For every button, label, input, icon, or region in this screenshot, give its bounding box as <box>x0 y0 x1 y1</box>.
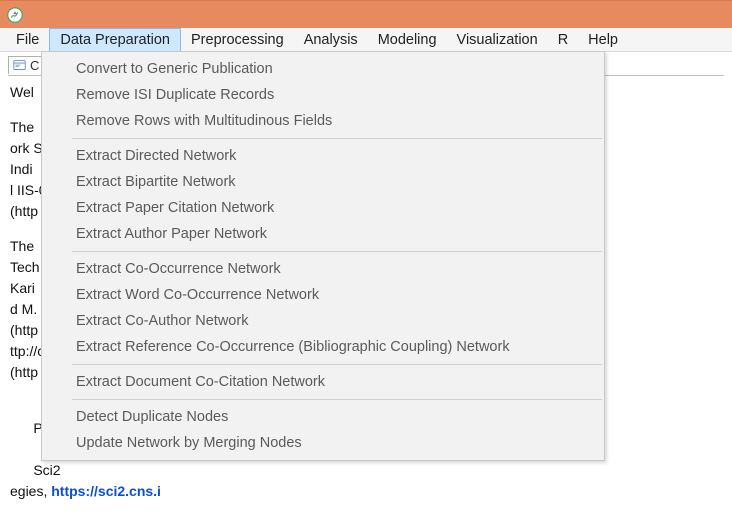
dropdown-separator <box>72 138 602 139</box>
menu-analysis[interactable]: Analysis <box>294 28 368 51</box>
menu-help[interactable]: Help <box>578 28 628 51</box>
dd-extract-paper-citation[interactable]: Extract Paper Citation Network <box>42 195 604 221</box>
menu-visualization[interactable]: Visualization <box>447 28 548 51</box>
dropdown-separator <box>72 251 602 252</box>
console-icon <box>13 59 26 72</box>
dd-remove-isi-duplicates[interactable]: Remove ISI Duplicate Records <box>42 82 604 108</box>
dd-extract-ref-co-occurrence[interactable]: Extract Reference Co-Occurrence (Bibliog… <box>42 334 604 360</box>
console-tab-label: C <box>30 58 39 73</box>
dd-remove-multitudinous-rows[interactable]: Remove Rows with Multitudinous Fields <box>42 108 604 134</box>
dd-extract-directed-network[interactable]: Extract Directed Network <box>42 143 604 169</box>
menu-modeling[interactable]: Modeling <box>368 28 447 51</box>
menu-data-preparation[interactable]: Data Preparation <box>49 28 181 51</box>
console-link[interactable]: https://sci2.cns.i <box>51 483 161 499</box>
dd-extract-author-paper[interactable]: Extract Author Paper Network <box>42 221 604 247</box>
app-icon <box>6 6 24 24</box>
dd-extract-co-occurrence[interactable]: Extract Co-Occurrence Network <box>42 256 604 282</box>
dd-extract-bipartite-network[interactable]: Extract Bipartite Network <box>42 169 604 195</box>
dropdown-separator <box>72 399 602 400</box>
dd-convert-generic-publication[interactable]: Convert to Generic Publication <box>42 56 604 82</box>
dd-detect-duplicate-nodes[interactable]: Detect Duplicate Nodes <box>42 404 604 430</box>
menu-r[interactable]: R <box>548 28 578 51</box>
menubar: File Data Preparation Preprocessing Anal… <box>0 28 732 52</box>
dd-extract-co-author[interactable]: Extract Co-Author Network <box>42 308 604 334</box>
dropdown-separator <box>72 364 602 365</box>
dropdown-data-preparation: Convert to Generic Publication Remove IS… <box>41 51 605 461</box>
menu-file[interactable]: File <box>6 28 49 51</box>
dd-extract-word-co-occurrence[interactable]: Extract Word Co-Occurrence Network <box>42 282 604 308</box>
titlebar <box>0 0 732 28</box>
dd-extract-doc-co-citation[interactable]: Extract Document Co-Citation Network <box>42 369 604 395</box>
menu-preprocessing[interactable]: Preprocessing <box>181 28 294 51</box>
dd-update-merge-nodes[interactable]: Update Network by Merging Nodes <box>42 430 604 456</box>
